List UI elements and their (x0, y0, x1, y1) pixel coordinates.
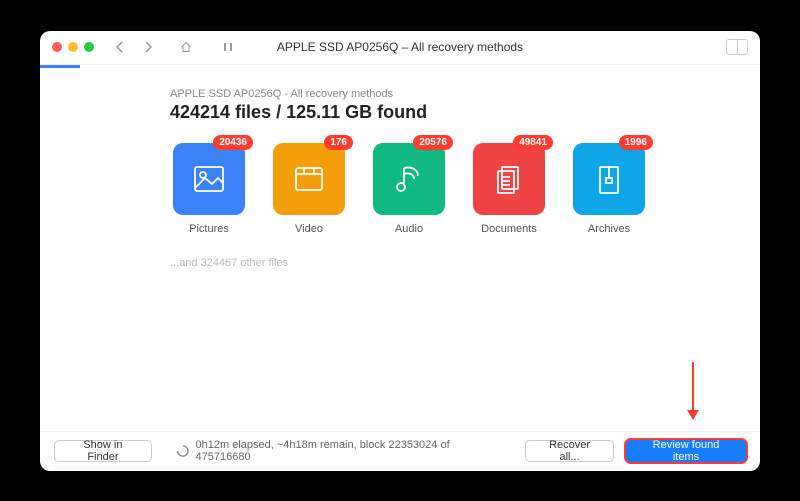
tile-badge: 1996 (619, 135, 653, 150)
tile-badge: 49841 (513, 135, 553, 150)
tile-audio: 20576 Audio (370, 143, 448, 235)
scan-status-text: 0h12m elapsed, ~4h18m remain, block 2235… (196, 439, 502, 463)
document-icon (492, 162, 526, 196)
window-controls (52, 42, 94, 52)
tile-label: Documents (481, 223, 537, 235)
tile-box-archives[interactable]: 1996 (573, 143, 645, 215)
category-tiles: 20436 Pictures 176 Video 20576 Audio 498… (170, 143, 760, 235)
spinner-icon (176, 444, 190, 458)
tile-box-audio[interactable]: 20576 (373, 143, 445, 215)
tile-badge: 20436 (213, 135, 253, 150)
archive-icon (592, 162, 626, 196)
show-in-finder-button[interactable]: Show in Finder (54, 440, 152, 462)
maximize-window-button[interactable] (84, 42, 94, 52)
minimize-window-button[interactable] (68, 42, 78, 52)
tile-label: Archives (588, 223, 630, 235)
forward-button[interactable] (138, 37, 158, 57)
tile-label: Audio (395, 223, 423, 235)
scan-subtitle: APPLE SSD AP0256Q - All recovery methods (170, 88, 760, 100)
toolbar: APPLE SSD AP0256Q – All recovery methods (40, 31, 760, 65)
chevron-right-icon (142, 41, 154, 53)
image-icon (192, 162, 226, 196)
close-window-button[interactable] (52, 42, 62, 52)
tile-badge: 176 (324, 135, 353, 150)
tile-box-documents[interactable]: 49841 (473, 143, 545, 215)
tile-archives: 1996 Archives (570, 143, 648, 235)
back-button[interactable] (110, 37, 130, 57)
video-icon (292, 162, 326, 196)
home-icon (180, 41, 192, 53)
tile-box-video[interactable]: 176 (273, 143, 345, 215)
chevron-left-icon (114, 41, 126, 53)
tile-label: Video (295, 223, 323, 235)
footer: Show in Finder 0h12m elapsed, ~4h18m rem… (40, 431, 760, 471)
pause-icon (222, 41, 234, 53)
tile-badge: 20576 (413, 135, 453, 150)
recover-all-button[interactable]: Recover all... (525, 440, 614, 462)
home-button[interactable] (176, 37, 196, 57)
tile-pictures: 20436 Pictures (170, 143, 248, 235)
review-found-items-button[interactable]: Review found items (626, 440, 746, 462)
audio-icon (392, 162, 426, 196)
pause-button[interactable] (218, 37, 238, 57)
scan-summary: 424214 files / 125.11 GB found (170, 102, 760, 123)
tile-video: 176 Video (270, 143, 348, 235)
tile-box-pictures[interactable]: 20436 (173, 143, 245, 215)
app-window: APPLE SSD AP0256Q – All recovery methods… (40, 31, 760, 471)
view-toggle[interactable] (726, 39, 748, 55)
scan-status: 0h12m elapsed, ~4h18m remain, block 2235… (176, 439, 501, 463)
tile-label: Pictures (189, 223, 229, 235)
tile-documents: 49841 Documents (470, 143, 548, 235)
other-files-note: ...and 324467 other files (170, 257, 760, 269)
main-content: APPLE SSD AP0256Q - All recovery methods… (40, 68, 760, 431)
